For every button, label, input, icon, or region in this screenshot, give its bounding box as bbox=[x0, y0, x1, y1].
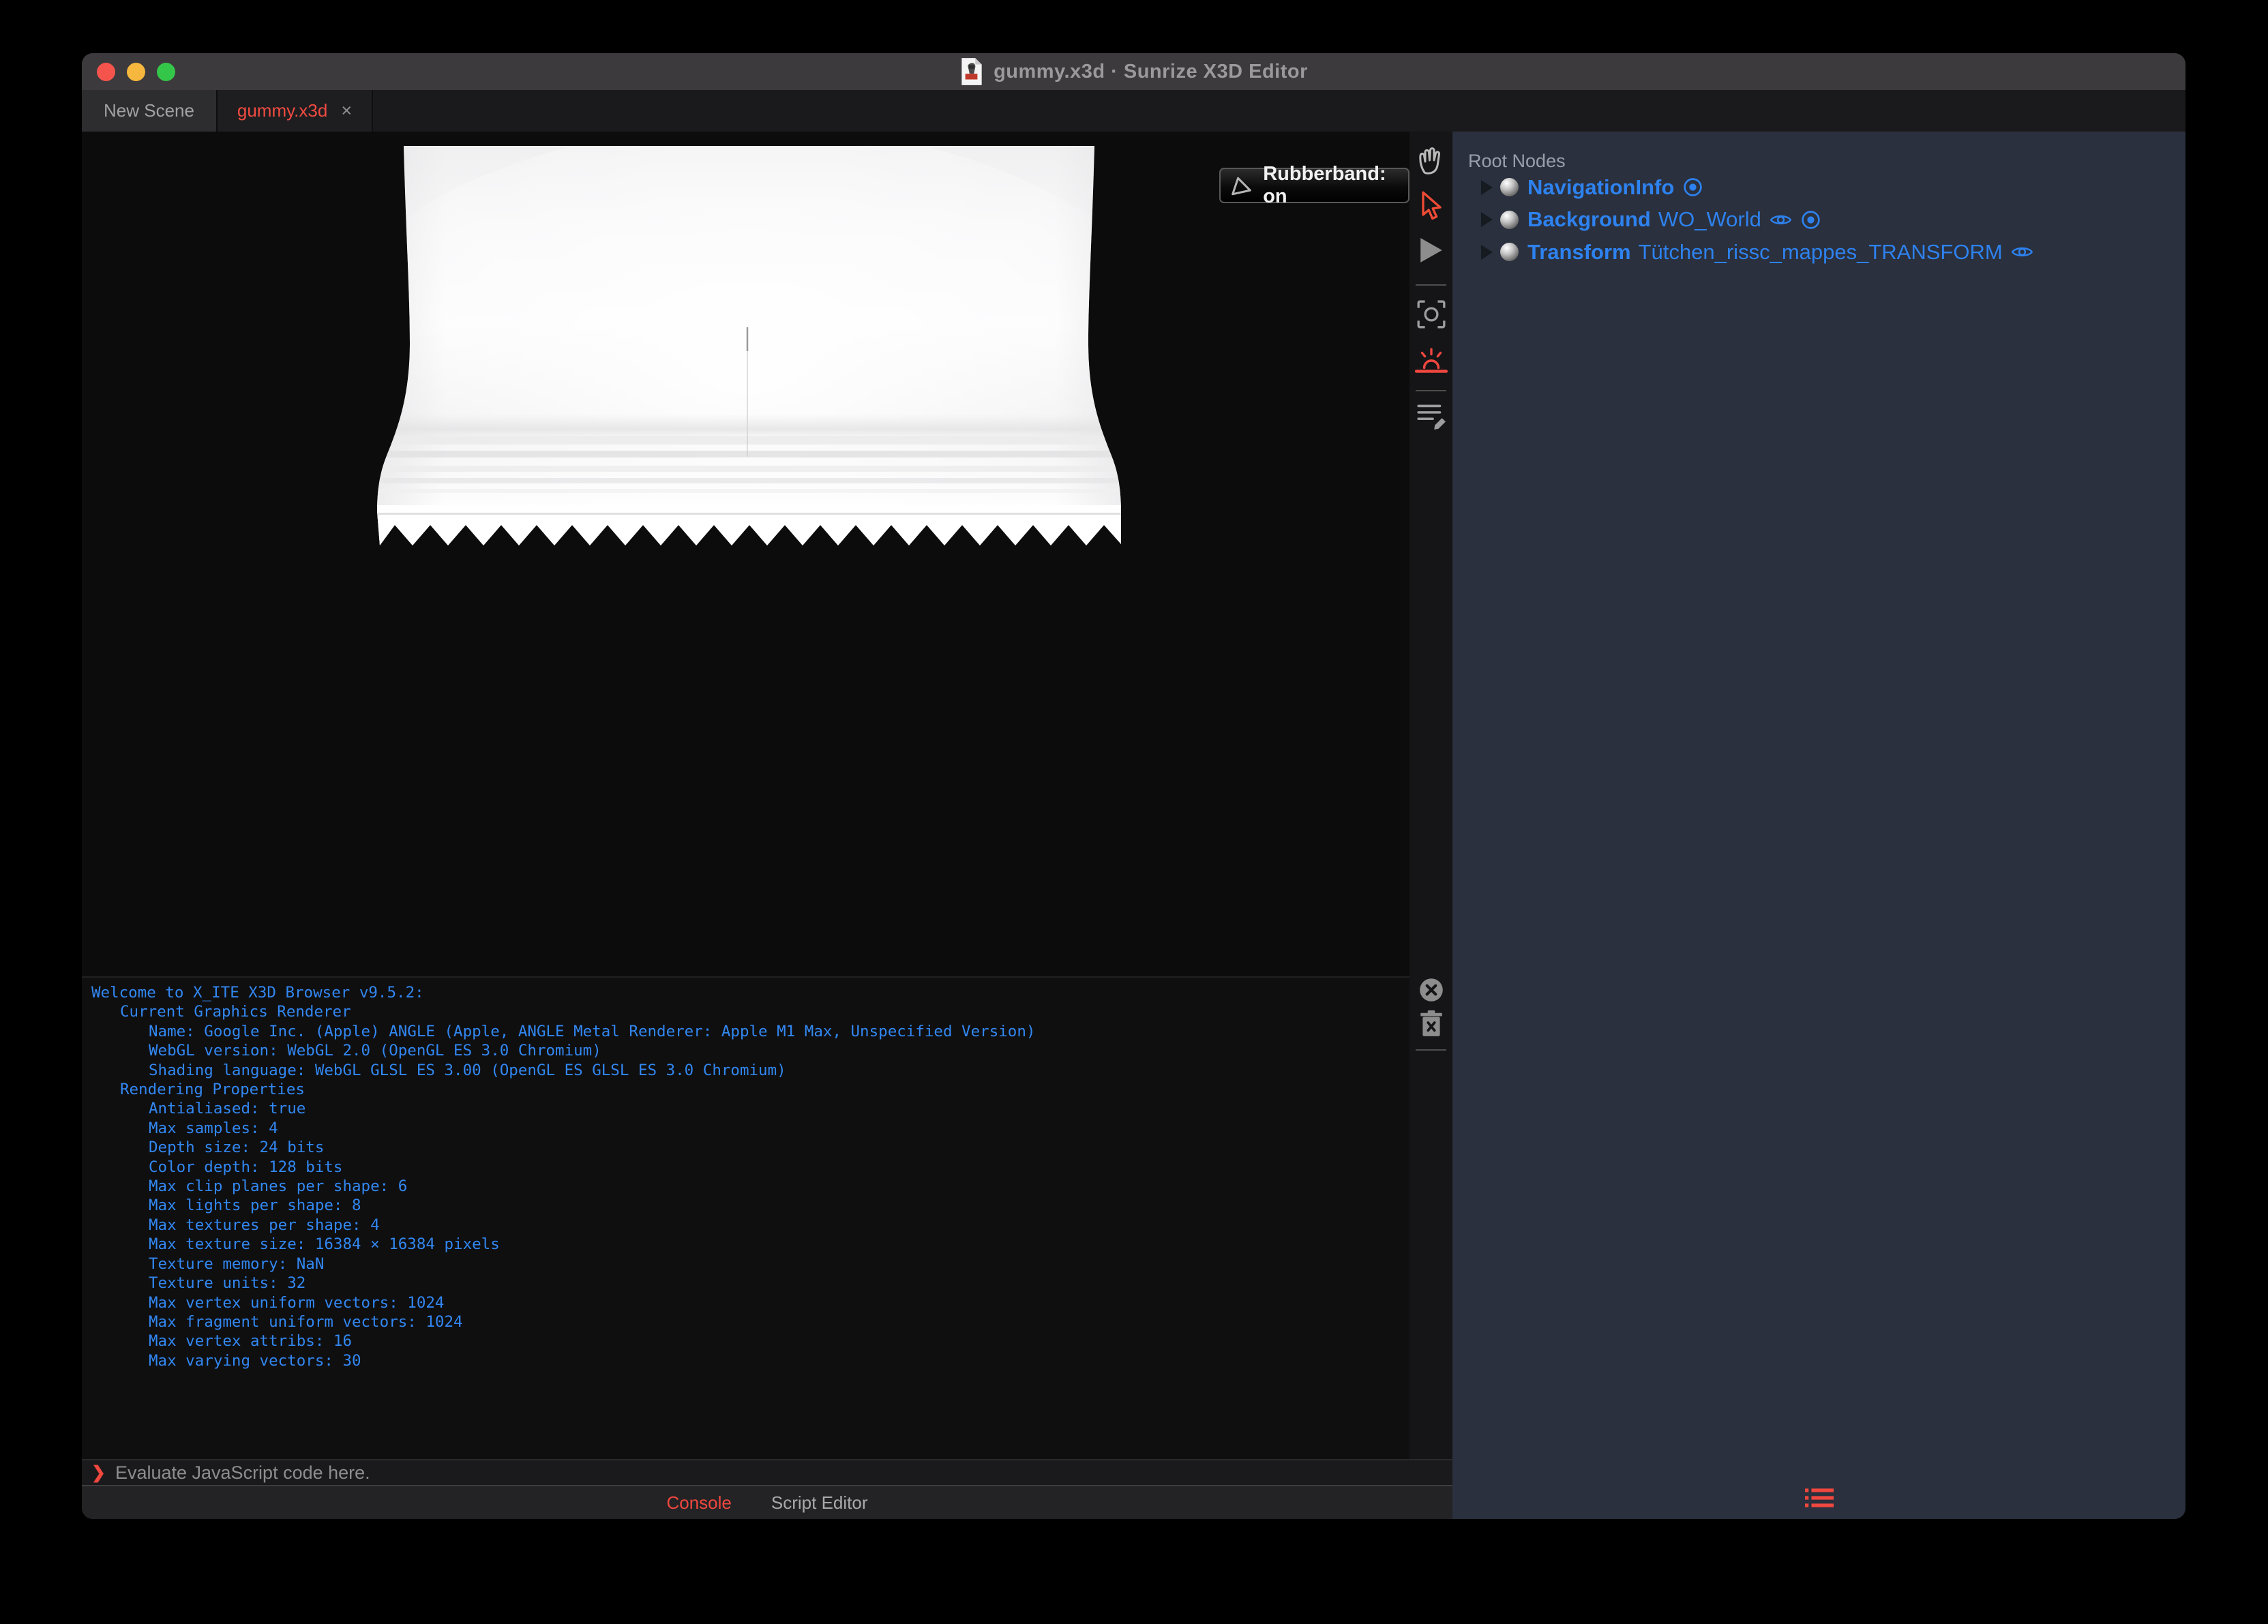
outline-list-icon[interactable] bbox=[1804, 1488, 1834, 1508]
node-sphere-icon bbox=[1500, 178, 1519, 197]
tree-row-background[interactable]: Background WO_World bbox=[1452, 204, 2185, 237]
node-type[interactable]: Background bbox=[1527, 207, 1651, 232]
console-line: Max fragment uniform vectors: 1024 bbox=[149, 1312, 463, 1331]
tab-new-scene-label: New Scene bbox=[104, 100, 194, 121]
tab-close-icon[interactable]: × bbox=[341, 102, 352, 120]
tab-gummy-label: gummy.x3d bbox=[237, 100, 328, 121]
console-line: Texture units: 32 bbox=[149, 1274, 306, 1293]
js-eval-placeholder: Evaluate JavaScript code here. bbox=[115, 1462, 370, 1483]
3d-viewport[interactable]: Rubberband: on bbox=[82, 132, 1409, 976]
js-eval-input[interactable]: ❯ Evaluate JavaScript code here. bbox=[82, 1459, 1452, 1485]
node-name[interactable]: WO_World bbox=[1658, 207, 1761, 232]
gummy-bag-render bbox=[377, 146, 1121, 545]
expand-triangle-icon[interactable] bbox=[1481, 212, 1493, 228]
delete-console-icon[interactable] bbox=[1418, 1010, 1444, 1038]
console-line: Color depth: 128 bits bbox=[149, 1158, 343, 1176]
console-line: Rendering Properties bbox=[120, 1081, 305, 1099]
console-line: Welcome to X_ITE X3D Browser v9.5.2: bbox=[91, 984, 424, 1002]
bound-indicator-icon[interactable] bbox=[1682, 177, 1703, 198]
outline-editor-panel: Root Nodes NavigationInfo Background WO_… bbox=[1452, 132, 2185, 1519]
root-nodes-header: Root Nodes bbox=[1468, 151, 1566, 171]
tab-gummy-x3d[interactable]: gummy.x3d × bbox=[218, 90, 373, 132]
expand-triangle-icon[interactable] bbox=[1481, 179, 1493, 195]
node-sphere-icon bbox=[1500, 210, 1519, 229]
play-icon[interactable] bbox=[1419, 237, 1444, 264]
node-name[interactable]: Tütchen_rissc_mappes_TRANSFORM bbox=[1639, 240, 2003, 265]
scene-tree: NavigationInfo Background WO_World Trans… bbox=[1452, 171, 2185, 269]
console-line: Shading language: WebGL GLSL ES 3.00 (Op… bbox=[149, 1061, 786, 1079]
console-line: Texture memory: NaN bbox=[149, 1254, 325, 1273]
rubberband-tooltip: Rubberband: on bbox=[1219, 163, 1409, 207]
rail-divider bbox=[1416, 1049, 1446, 1051]
console-line: Max samples: 4 bbox=[149, 1119, 278, 1137]
tree-row-transform[interactable]: Transform Tütchen_rissc_mappes_TRANSFORM bbox=[1452, 236, 2185, 269]
app-window: gummy.x3d · Sunrize X3D Editor New Scene… bbox=[82, 53, 2185, 1519]
tab-new-scene[interactable]: New Scene bbox=[82, 90, 218, 132]
document-icon bbox=[961, 58, 982, 85]
console-line: Name: Google Inc. (Apple) ANGLE (Apple, … bbox=[149, 1022, 1036, 1040]
console-line: Max varying vectors: 30 bbox=[149, 1351, 361, 1370]
node-type[interactable]: Transform bbox=[1527, 240, 1631, 265]
tree-row-navigationinfo[interactable]: NavigationInfo bbox=[1452, 171, 2185, 204]
console-line: Max lights per shape: 8 bbox=[149, 1197, 361, 1215]
console-line: Max vertex uniform vectors: 1024 bbox=[149, 1293, 445, 1312]
window-title: gummy.x3d · Sunrize X3D Editor bbox=[994, 60, 1308, 82]
console-line: WebGL version: WebGL 2.0 (OpenGL ES 3.0 … bbox=[149, 1042, 601, 1060]
expand-triangle-icon[interactable] bbox=[1481, 244, 1493, 260]
window-title-area: gummy.x3d · Sunrize X3D Editor bbox=[82, 53, 2185, 90]
bound-indicator-icon[interactable] bbox=[1800, 209, 1821, 230]
console-output[interactable]: Welcome to X_ITE X3D Browser v9.5.2: Cur… bbox=[82, 976, 1409, 1459]
desktop-background: gummy.x3d · Sunrize X3D Editor New Scene… bbox=[0, 0, 2268, 1624]
sunrise-environment-icon[interactable] bbox=[1414, 347, 1448, 376]
eye-visibility-icon[interactable] bbox=[1770, 212, 1792, 228]
prompt-chevron-icon: ❯ bbox=[91, 1463, 106, 1482]
console-line: Max vertex attribs: 16 bbox=[149, 1332, 353, 1351]
console-line: Depth size: 24 bits bbox=[149, 1139, 325, 1157]
title-bar[interactable]: gummy.x3d · Sunrize X3D Editor bbox=[82, 53, 2185, 90]
tab-script-editor[interactable]: Script Editor bbox=[771, 1492, 868, 1514]
tab-console[interactable]: Console bbox=[666, 1492, 731, 1514]
rail-divider bbox=[1416, 390, 1446, 391]
node-sphere-icon bbox=[1500, 243, 1519, 262]
rubberband-triangle-icon bbox=[1232, 177, 1251, 196]
rail-divider bbox=[1416, 284, 1446, 286]
bottom-tab-bar: Console Script Editor bbox=[82, 1485, 1452, 1519]
console-line: Max textures per shape: 4 bbox=[149, 1216, 380, 1234]
console-line: Max clip planes per shape: 6 bbox=[149, 1177, 408, 1196]
select-arrow-icon[interactable] bbox=[1418, 190, 1445, 223]
rubberband-tooltip-text: Rubberband: on bbox=[1263, 163, 1386, 207]
console-line: Current Graphics Renderer bbox=[120, 1003, 351, 1021]
console-line: Antialiased: true bbox=[149, 1100, 306, 1118]
viewport-tool-rail bbox=[1409, 132, 1452, 1459]
console-line: Max texture size: 16384 × 16384 pixels bbox=[149, 1235, 500, 1254]
script-list-icon[interactable] bbox=[1416, 399, 1447, 430]
scene-tab-bar: New Scene gummy.x3d × bbox=[82, 90, 2185, 132]
node-type[interactable]: NavigationInfo bbox=[1527, 175, 1674, 200]
clear-console-icon[interactable] bbox=[1417, 976, 1446, 1004]
viewfinder-snapshot-icon[interactable] bbox=[1416, 299, 1447, 330]
pan-hand-icon[interactable] bbox=[1415, 145, 1448, 178]
eye-visibility-icon[interactable] bbox=[2011, 244, 2033, 260]
